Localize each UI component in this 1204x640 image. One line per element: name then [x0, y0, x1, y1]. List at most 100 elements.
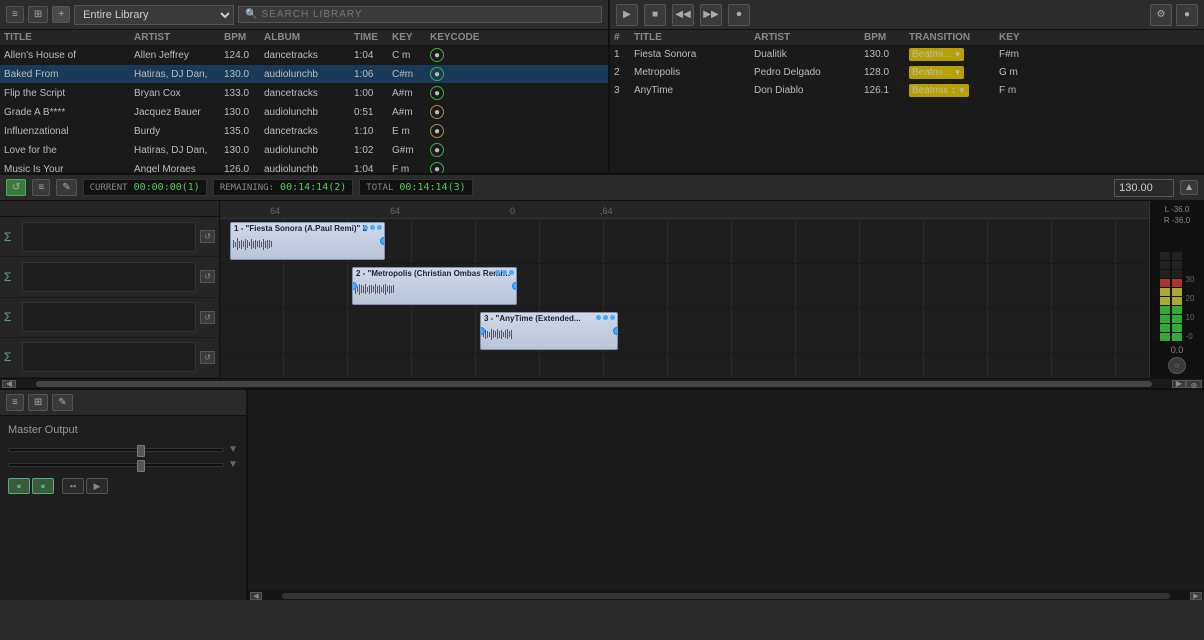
auto-list-btn[interactable]: ↺ — [6, 179, 26, 196]
beatmix-badge: Beatmix ↕ ▼ — [909, 84, 969, 97]
track-row[interactable]: Music Is Your Angel Moraes 126.0 audiolu… — [0, 160, 608, 173]
rewind-btn[interactable]: ◀◀ — [672, 4, 694, 26]
auto-edit-btn[interactable]: ✎ — [56, 179, 76, 196]
remaining-time-display: REMAINING: 00:14:14(2) — [213, 179, 353, 196]
vu-scale-10: 10 — [1186, 313, 1195, 322]
bottom-scroll-left[interactable]: ◀ — [250, 592, 262, 600]
pl-num: 1 — [614, 49, 634, 60]
track-row[interactable]: Allen's House of Allen Jeffrey 124.0 dan… — [0, 46, 608, 65]
playlist-row[interactable]: 3 AnyTime Don Diablo 126.1 Beatmix ↕ ▼ F… — [610, 82, 1204, 100]
pl-bpm: 128.0 — [864, 67, 909, 78]
auto-grid-btn[interactable]: ≡ — [32, 179, 50, 196]
track-control-2: Σ ↺ — [0, 257, 219, 297]
playlist-row[interactable]: 2 Metropolis Pedro Delgado 128.0 Beatmi.… — [610, 64, 1204, 82]
track-row[interactable]: Grade A B**** Jacquez Bauer 130.0 audiol… — [0, 103, 608, 122]
mixer-list-btn[interactable]: ≡ — [6, 394, 24, 411]
bottom-scroll-right[interactable]: ▶ — [1190, 592, 1202, 600]
track-row[interactable]: Influenzational Burdy 135.0 dancetracks … — [0, 122, 608, 141]
pl-transition: Beatmi... ▼ — [909, 48, 999, 61]
bottom-scroll-thumb[interactable] — [282, 593, 1170, 599]
timeline-area[interactable]: 64 64 0 ,64 1 - "Fiesta Sonora (A.Paul R… — [220, 201, 1149, 378]
track-row[interactable]: Love for the Hatiras, DJ Dan, 130.0 audi… — [0, 141, 608, 160]
automation-scrollbar[interactable]: ◀ ▶ ⊕ — [0, 378, 1204, 388]
track-control-4: Σ ↺ — [0, 338, 219, 378]
clip-2-right-handle[interactable] — [512, 282, 517, 290]
master-title: Master Output — [8, 424, 238, 436]
bpm-input[interactable] — [1114, 179, 1174, 197]
track-row[interactable]: Flip the Script Bryan Cox 133.0 dancetra… — [0, 84, 608, 103]
list-view-btn[interactable]: ≡ — [6, 6, 24, 23]
automation-section: ↺ ≡ ✎ CURRENT 00:00:00(1) REMAINING: 00:… — [0, 175, 1204, 390]
clip-2-dots — [495, 270, 514, 275]
track-key: C#m — [392, 69, 430, 80]
track-album: dancetracks — [264, 50, 354, 61]
track-artist: Hatiras, DJ Dan, — [134, 145, 224, 156]
sigma-icon-3: Σ — [4, 310, 18, 324]
track-keycode: ● — [430, 124, 480, 138]
scroll-thumb[interactable] — [36, 381, 1152, 387]
record-btn[interactable]: ⏺ — [728, 4, 750, 26]
mixer-btn-1[interactable]: ● — [8, 478, 30, 494]
bpm-up-btn[interactable]: ▲ — [1180, 180, 1198, 195]
track-row[interactable]: Baked From Hatiras, DJ Dan, 130.0 audiol… — [0, 65, 608, 84]
grid-view-btn[interactable]: ⊞ — [28, 6, 48, 23]
vu-btn[interactable]: ○ — [1168, 357, 1186, 374]
mixer-grid-btn[interactable]: ⊞ — [28, 394, 48, 411]
track-artist: Allen Jeffrey — [134, 50, 224, 61]
fader-track-2[interactable] — [8, 463, 224, 467]
extra-btn[interactable]: ● — [1176, 4, 1198, 26]
track-album: audiolunchb — [264, 145, 354, 156]
fader-thumb-2[interactable] — [137, 460, 145, 472]
track-bpm: 135.0 — [224, 126, 264, 137]
mixer-btns: ● ● ▪▪ ▶ — [8, 478, 238, 494]
col-key: KEY — [392, 32, 430, 43]
sync-btn[interactable]: ⊕ — [1186, 380, 1202, 388]
fader-arrow-1: ▼ — [228, 444, 238, 455]
audio-clip-3[interactable]: 3 - "AnyTime (Extended... — [480, 312, 618, 350]
mini-btns-1: ↺ — [200, 230, 215, 243]
master-output-section: Master Output ▼ ▼ ● ● ▪▪ — [0, 416, 246, 502]
fader-thumb-1[interactable] — [137, 445, 145, 457]
audio-clip-2[interactable]: 2 - "Metropolis (Christian Ombas Remix)"… — [352, 267, 517, 305]
current-label: CURRENT — [90, 183, 128, 193]
track-bpm: 130.0 — [224, 107, 264, 118]
search-input[interactable] — [262, 9, 595, 20]
playlist-row[interactable]: 1 Fiesta Sonora Dualitik 130.0 Beatmi...… — [610, 46, 1204, 64]
track-title: Grade A B**** — [4, 107, 134, 118]
playlist-toolbar: ▶ ■ ◀◀ ▶▶ ⏺ ⚙ ● — [610, 0, 1204, 30]
pl-transition: Beatmi... ▼ — [909, 66, 999, 79]
settings-btn[interactable]: ⚙ — [1150, 4, 1172, 26]
track-mini-btn-3[interactable]: ↺ — [200, 311, 215, 324]
pl-bpm: 130.0 — [864, 49, 909, 60]
track-mini-btn-1[interactable]: ↺ — [200, 230, 215, 243]
clip-1-right-handle[interactable] — [380, 237, 385, 245]
mixer-btn-3[interactable]: ▪▪ — [62, 478, 84, 494]
add-btn[interactable]: + — [52, 6, 70, 23]
stop-btn[interactable]: ■ — [644, 4, 666, 26]
track-keycode: ● — [430, 86, 480, 100]
bottom-scrollbar[interactable]: ◀ ▶ — [248, 590, 1204, 600]
library-select[interactable]: Entire Library — [74, 5, 234, 25]
pl-col-bpm: BPM — [864, 32, 909, 43]
forward-btn[interactable]: ▶▶ — [700, 4, 722, 26]
track-album: audiolunchb — [264, 164, 354, 174]
track-mini-btn-4[interactable]: ↺ — [200, 351, 215, 364]
scroll-left-arrow[interactable]: ◀ — [2, 380, 16, 388]
clip-3-right-handle[interactable] — [613, 327, 618, 335]
mixer-btn-4[interactable]: ▶ — [86, 478, 108, 494]
pl-num: 2 — [614, 67, 634, 78]
scroll-right-arrow[interactable]: ▶ — [1172, 380, 1186, 388]
audio-clip-1[interactable]: 1 - "Fiesta Sonora (A.Paul Remi)" b — [230, 222, 385, 260]
clip-1-label: 1 - "Fiesta Sonora (A.Paul Remi)" b — [231, 223, 384, 234]
pl-col-key: KEY — [999, 32, 1049, 43]
mixer-toolbar: ≡ ⊞ ✎ — [0, 390, 246, 416]
fader-track-1[interactable] — [8, 448, 224, 452]
track-artist: Bryan Cox — [134, 88, 224, 99]
mixer-edit-btn[interactable]: ✎ — [52, 394, 72, 411]
track-mini-btn-2[interactable]: ↺ — [200, 270, 215, 283]
pl-col-artist: ARTIST — [754, 32, 864, 43]
mixer-btn-2[interactable]: ● — [32, 478, 54, 494]
play-btn[interactable]: ▶ — [616, 4, 638, 26]
track-lane-4 — [220, 354, 1149, 378]
fader-row-2: ▼ — [8, 459, 238, 470]
